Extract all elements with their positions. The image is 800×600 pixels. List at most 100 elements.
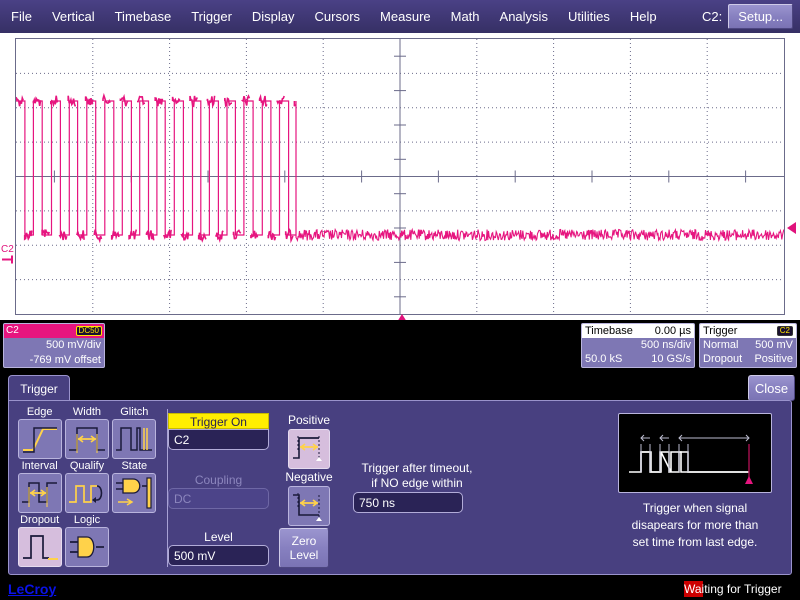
trigger-type-edge-label: Edge bbox=[17, 405, 62, 419]
channel-badge-offset: -769 mV offset bbox=[4, 353, 104, 368]
menubar-channel-indicator: C2: bbox=[702, 9, 728, 24]
menu-vertical[interactable]: Vertical bbox=[43, 7, 104, 26]
setup-button[interactable]: Setup... bbox=[728, 4, 793, 29]
status-message-text: Waiting for Trigger bbox=[684, 582, 782, 596]
trigger-type-edge[interactable] bbox=[18, 419, 62, 459]
trigger-badge-title: Trigger bbox=[703, 324, 737, 338]
trigger-badge-mode: Normal bbox=[703, 338, 738, 352]
channel-badge-vdiv: 500 mV/div bbox=[4, 338, 104, 353]
trace-label-c2: C2 bbox=[1, 245, 14, 255]
negative-slope-label: Negative bbox=[280, 470, 338, 485]
menu-analysis[interactable]: Analysis bbox=[491, 7, 557, 26]
trigger-type-row-3: Dropout Logic bbox=[17, 513, 159, 567]
trigger-type-logic-label: Logic bbox=[64, 513, 109, 527]
positive-slope-button[interactable] bbox=[288, 429, 330, 469]
status-bar: LeCroy Waiting for Trigger bbox=[0, 578, 800, 600]
timebase-badge[interactable]: Timebase 0.00 µs 500 ns/div 50.0 kS 10 G… bbox=[581, 323, 695, 368]
zero-level-line2: Level bbox=[290, 548, 319, 562]
timebase-badge-header: Timebase 0.00 µs bbox=[582, 324, 694, 338]
channel-badge-name: C2 bbox=[6, 326, 19, 336]
waveform-grid[interactable] bbox=[15, 38, 785, 315]
menu-measure[interactable]: Measure bbox=[371, 7, 440, 26]
trigger-badge-source: C2 bbox=[777, 326, 793, 337]
trigger-badge[interactable]: Trigger C2 Normal 500 mV Dropout Positiv… bbox=[699, 323, 797, 368]
timebase-badge-title: Timebase bbox=[585, 324, 633, 338]
trigger-type-grid: Edge Width bbox=[17, 405, 159, 567]
waveform-trace-c2 bbox=[16, 39, 784, 314]
trigger-type-qualify[interactable] bbox=[65, 473, 109, 513]
negative-slope-button[interactable] bbox=[288, 486, 330, 526]
trigger-type-state[interactable] bbox=[112, 473, 156, 513]
menu-utilities[interactable]: Utilities bbox=[559, 7, 619, 26]
dropout-help-text: Trigger when signal disapears for more t… bbox=[600, 500, 790, 551]
trigger-type-dropout[interactable] bbox=[18, 527, 62, 567]
trigger-type-logic-cell: Logic bbox=[64, 513, 109, 567]
zero-level-button[interactable]: Zero Level bbox=[279, 528, 329, 568]
trigger-type-interval-cell: Interval bbox=[17, 459, 62, 513]
trigger-type-glitch-label: Glitch bbox=[112, 405, 157, 419]
dropout-help-graphic bbox=[618, 413, 772, 493]
trigger-type-width-cell: Width bbox=[64, 405, 109, 459]
status-message: Waiting for Trigger bbox=[684, 581, 782, 597]
trigger-type-dropout-label: Dropout bbox=[17, 513, 62, 527]
timeout-value-field[interactable]: 750 ns bbox=[353, 492, 463, 513]
timebase-badge-row3: 50.0 kS 10 GS/s bbox=[582, 352, 694, 366]
channel-badge-header: C2 DC50 bbox=[4, 324, 104, 338]
trigger-on-field[interactable]: C2 bbox=[168, 429, 269, 450]
positive-slope-label: Positive bbox=[280, 413, 338, 428]
trigger-type-qualify-label: Qualify bbox=[64, 459, 109, 473]
timebase-badge-row2: 500 ns/div bbox=[582, 338, 694, 352]
trigger-type-edge-cell: Edge bbox=[17, 405, 62, 459]
width-icon bbox=[66, 420, 108, 458]
trigger-type-row-2: Interval Qualify bbox=[17, 459, 159, 513]
readout-bar: C2 DC50 500 mV/div -769 mV offset Timeba… bbox=[0, 320, 800, 373]
trigger-type-logic[interactable] bbox=[65, 527, 109, 567]
edge-icon bbox=[19, 420, 61, 458]
trigger-type-qualify-cell: Qualify bbox=[64, 459, 109, 513]
close-button[interactable]: Close bbox=[748, 375, 795, 401]
trigger-on-label: Trigger On bbox=[168, 413, 269, 429]
help-line-3: set time from last edge. bbox=[600, 534, 790, 551]
trigger-type-state-cell: State bbox=[112, 459, 157, 513]
coupling-label: Coupling bbox=[168, 473, 269, 488]
trigger-badge-type: Dropout bbox=[703, 352, 742, 366]
waveform-display-area[interactable]: C2 bbox=[0, 33, 800, 320]
trigger-type-empty-cell bbox=[112, 513, 157, 567]
trigger-type-state-label: State bbox=[112, 459, 157, 473]
logic-icon bbox=[66, 528, 108, 566]
coupling-field: DC bbox=[168, 488, 269, 509]
menu-help[interactable]: Help bbox=[621, 7, 666, 26]
negative-slope-icon bbox=[289, 487, 329, 525]
level-field[interactable]: 500 mV bbox=[168, 545, 269, 566]
grid-right-margin bbox=[786, 33, 800, 320]
dropout-icon bbox=[19, 528, 61, 566]
menu-cursors[interactable]: Cursors bbox=[306, 7, 370, 26]
trigger-badge-level: 500 mV bbox=[755, 338, 793, 352]
trigger-badge-row3: Dropout Positive bbox=[700, 352, 796, 366]
menu-trigger[interactable]: Trigger bbox=[182, 7, 241, 26]
trigger-level-marker-icon[interactable] bbox=[787, 222, 796, 234]
dialog-tab-trigger[interactable]: Trigger bbox=[8, 375, 70, 401]
trigger-type-width[interactable] bbox=[65, 419, 109, 459]
trigger-type-interval[interactable] bbox=[18, 473, 62, 513]
menu-bar: File Vertical Timebase Trigger Display C… bbox=[0, 0, 800, 33]
trigger-type-glitch[interactable] bbox=[112, 419, 156, 459]
ground-level-marker-icon[interactable] bbox=[2, 255, 14, 264]
menu-file[interactable]: File bbox=[2, 7, 41, 26]
menu-math[interactable]: Math bbox=[442, 7, 489, 26]
grid-left-margin bbox=[0, 33, 15, 320]
zero-level-line1: Zero bbox=[292, 534, 317, 548]
lecroy-logo[interactable]: LeCroy bbox=[8, 580, 56, 598]
menu-timebase[interactable]: Timebase bbox=[106, 7, 181, 26]
trigger-badge-row2: Normal 500 mV bbox=[700, 338, 796, 352]
oscilloscope-app: File Vertical Timebase Trigger Display C… bbox=[0, 0, 800, 600]
menu-display[interactable]: Display bbox=[243, 7, 304, 26]
timebase-badge-tdiv: 500 ns/div bbox=[641, 338, 691, 352]
glitch-icon bbox=[113, 420, 155, 458]
dropout-waveform-diagram-icon bbox=[619, 414, 771, 492]
channel-badge-c2[interactable]: C2 DC50 500 mV/div -769 mV offset bbox=[3, 323, 105, 368]
channel-badge-coupling: DC50 bbox=[76, 326, 102, 337]
qualify-icon bbox=[66, 474, 108, 512]
trigger-badge-header: Trigger C2 bbox=[700, 324, 796, 338]
trigger-type-glitch-cell: Glitch bbox=[112, 405, 157, 459]
